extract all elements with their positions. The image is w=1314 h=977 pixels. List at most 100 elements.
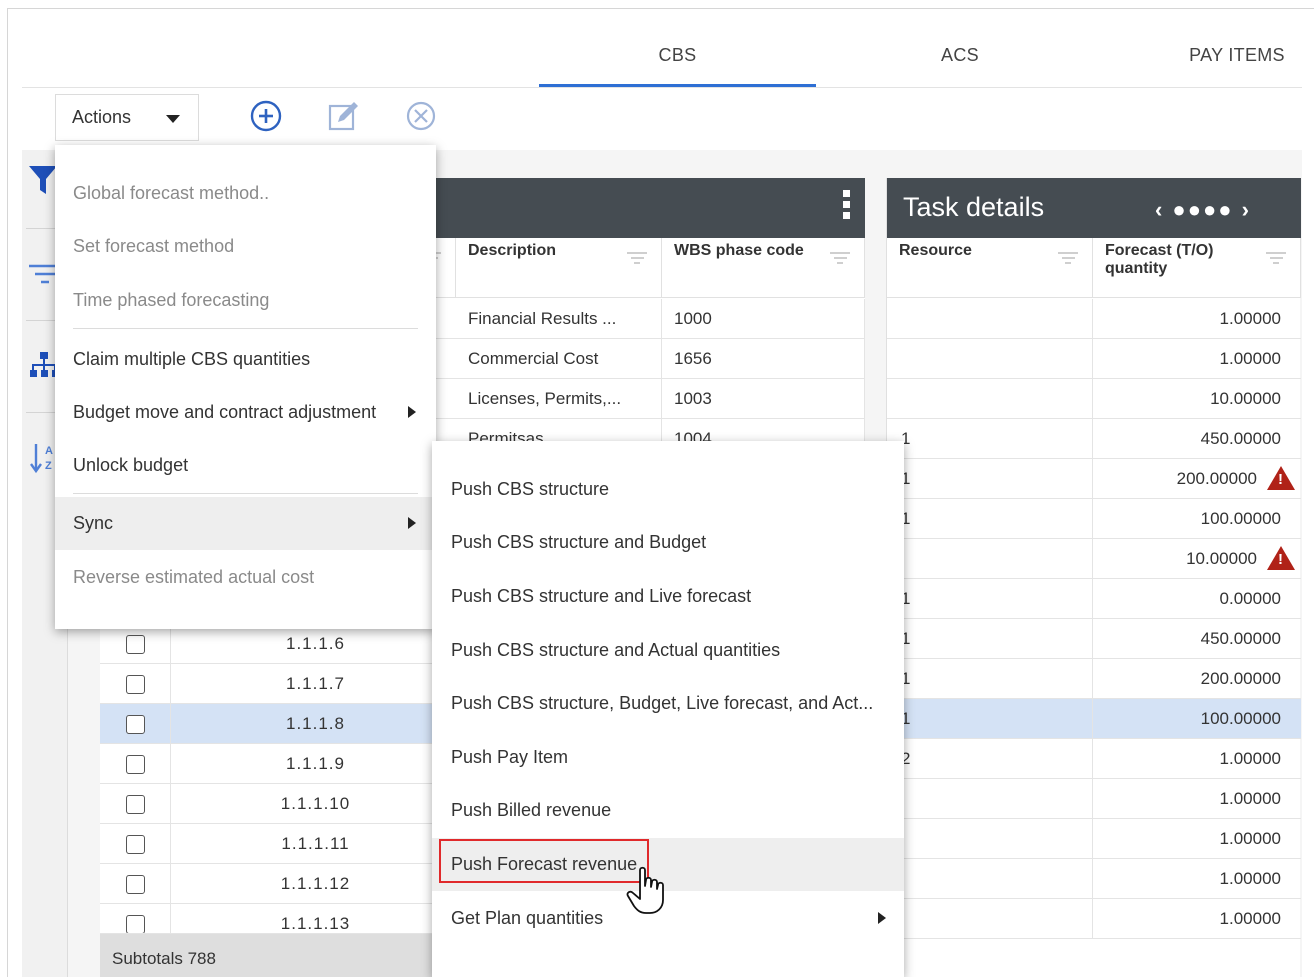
task-row[interactable]: 2 1.00000 (887, 739, 1301, 779)
edit-icon[interactable] (326, 98, 362, 134)
submenu-item-push-cbs-structure-actual-quantities[interactable]: Push CBS structure and Actual quantities (432, 624, 904, 677)
actions-menu: Global forecast method.. Set forecast me… (55, 145, 436, 629)
pager-nav[interactable]: ‹ ●●●● › (1155, 197, 1251, 223)
task-row[interactable]: 1.00000 (887, 859, 1301, 899)
close-circle-icon[interactable] (403, 98, 439, 134)
submenu-item-push-cbs-structure-live-forecast[interactable]: Push CBS structure and Live forecast (432, 570, 904, 623)
toolbar: Actions (22, 88, 1302, 150)
column-header-resource[interactable]: Resource (887, 238, 1093, 298)
task-row[interactable]: 1 450.00000 (887, 419, 1301, 459)
menu-item-claim-multiple-cbs-quantities[interactable]: Claim multiple CBS quantities (55, 333, 436, 386)
wbs-cell: 1656 (662, 339, 865, 379)
submenu-item-push-billed-revenue[interactable]: Push Billed revenue (432, 784, 904, 837)
forecast-quantity-value: 1.00000 (1219, 349, 1281, 368)
task-row[interactable]: 1.00000 (887, 779, 1301, 819)
forecast-quantity-cell: 100.00000 (1093, 499, 1301, 539)
row-checkbox[interactable] (126, 755, 145, 774)
menu-item-set-forecast-method[interactable]: Set forecast method (55, 220, 436, 273)
sync-submenu: Push CBS structure Push CBS structure an… (432, 441, 904, 977)
task-row[interactable]: 1.00000 (887, 339, 1301, 379)
menu-item-global-forecast-method[interactable]: Global forecast method.. (55, 167, 436, 220)
column-header-wbs-phase-code[interactable]: WBS phase code (662, 238, 865, 298)
task-row[interactable]: 1 450.00000 (887, 619, 1301, 659)
resource-cell: 1 (887, 659, 1093, 699)
forecast-quantity-value: 100.00000 (1200, 509, 1281, 528)
tab-acs[interactable]: ACS (840, 33, 1080, 88)
submenu-item-push-cbs-structure[interactable]: Push CBS structure (432, 463, 904, 516)
resource-cell: 1 (887, 579, 1093, 619)
menu-divider (73, 328, 418, 329)
task-row[interactable]: 1.00000 (887, 899, 1301, 939)
submenu-item-label: Get Plan quantities (451, 908, 604, 928)
menu-item-sync[interactable]: Sync (55, 497, 436, 550)
resource-cell: 1 (887, 459, 1093, 499)
forecast-quantity-cell: 1.00000 (1093, 739, 1301, 779)
chevron-right-icon (878, 912, 886, 924)
forecast-quantity-cell: 0.00000 (1093, 579, 1301, 619)
cbs-code-cell: 1.1.1.10 (171, 784, 461, 824)
resource-cell (887, 299, 1093, 339)
row-checkbox[interactable] (126, 675, 145, 694)
resource-cell (887, 859, 1093, 899)
column-filter-icon[interactable] (1266, 252, 1286, 266)
menu-item-unlock-budget[interactable]: Unlock budget (55, 439, 436, 492)
forecast-quantity-cell: 450.00000 (1093, 419, 1301, 459)
chevron-right-icon (408, 406, 416, 418)
tab-pay-items[interactable]: PAY ITEMS (1162, 33, 1312, 88)
task-row[interactable]: 1 0.00000 (887, 579, 1301, 619)
task-row[interactable]: 1 200.00000 (887, 459, 1301, 499)
menu-item-label: Unlock budget (73, 455, 189, 475)
task-row[interactable]: 1.00000 (887, 819, 1301, 859)
menu-item-label: Global forecast method.. (73, 183, 270, 203)
page: { "tabs": ["CBS", "ACS", "PAY ITEMS"], "… (0, 0, 1314, 977)
task-row-selected[interactable]: 1 100.00000 (887, 699, 1301, 739)
forecast-quantity-cell: 450.00000 (1093, 619, 1301, 659)
svg-text:A: A (45, 445, 53, 457)
row-checkbox[interactable] (126, 635, 145, 654)
cbs-code-cell: 1.1.1.11 (171, 824, 461, 864)
description-cell: Commercial Cost (456, 339, 662, 379)
cbs-code-cell: 1.1.1.13 (171, 904, 461, 933)
menu-item-budget-move[interactable]: Budget move and contract adjustment (55, 386, 436, 439)
task-row[interactable]: 1 100.00000 (887, 499, 1301, 539)
forecast-quantity-value: 1.00000 (1219, 869, 1281, 888)
forecast-quantity-cell: 1.00000 (1093, 859, 1301, 899)
more-options-icon[interactable] (843, 190, 851, 226)
checkbox-cell (100, 624, 171, 664)
task-row[interactable]: 10.00000 (887, 379, 1301, 419)
task-row[interactable]: 1 200.00000 (887, 659, 1301, 699)
submenu-item-push-cbs-structure-all[interactable]: Push CBS structure, Budget, Live forecas… (432, 677, 904, 730)
forecast-quantity-cell: 1.00000 (1093, 779, 1301, 819)
row-checkbox[interactable] (126, 835, 145, 854)
resource-cell (887, 899, 1093, 939)
menu-item-label: Budget move and contract adjustment (73, 402, 377, 422)
column-header-forecast-quantity[interactable]: Forecast (T/O) quantity (1093, 238, 1301, 298)
menu-item-reverse-estimated-actual-cost[interactable]: Reverse estimated actual cost (55, 551, 436, 604)
column-filter-icon[interactable] (830, 252, 850, 266)
forecast-quantity-value: 450.00000 (1200, 629, 1281, 648)
column-header-label: Resource (899, 242, 972, 259)
forecast-quantity-cell: 1.00000 (1093, 339, 1301, 379)
svg-text:Z: Z (45, 460, 52, 472)
task-row[interactable]: 10.00000 (887, 539, 1301, 579)
task-row[interactable]: 1.00000 (887, 299, 1301, 339)
tab-cbs[interactable]: CBS (539, 33, 816, 88)
column-filter-icon[interactable] (1058, 252, 1078, 266)
row-checkbox[interactable] (126, 915, 145, 933)
row-checkbox[interactable] (126, 795, 145, 814)
submenu-item-get-plan-quantities[interactable]: Get Plan quantities (432, 892, 904, 945)
forecast-quantity-value: 200.00000 (1200, 669, 1281, 688)
description-cell: Licenses, Permits,... (456, 379, 662, 419)
highlight-box (439, 839, 649, 883)
menu-item-time-phased-forecasting[interactable]: Time phased forecasting (55, 274, 436, 327)
submenu-item-push-cbs-structure-budget[interactable]: Push CBS structure and Budget (432, 516, 904, 569)
actions-dropdown-button[interactable]: Actions (55, 94, 199, 141)
row-checkbox[interactable] (126, 875, 145, 894)
forecast-quantity-value: 0.00000 (1219, 589, 1281, 608)
row-checkbox[interactable] (126, 715, 145, 734)
column-filter-icon[interactable] (627, 252, 647, 266)
add-circle-icon[interactable] (248, 98, 284, 134)
resource-cell: 2 (887, 739, 1093, 779)
submenu-item-push-pay-item[interactable]: Push Pay Item (432, 731, 904, 784)
column-header-description[interactable]: Description (456, 238, 662, 298)
